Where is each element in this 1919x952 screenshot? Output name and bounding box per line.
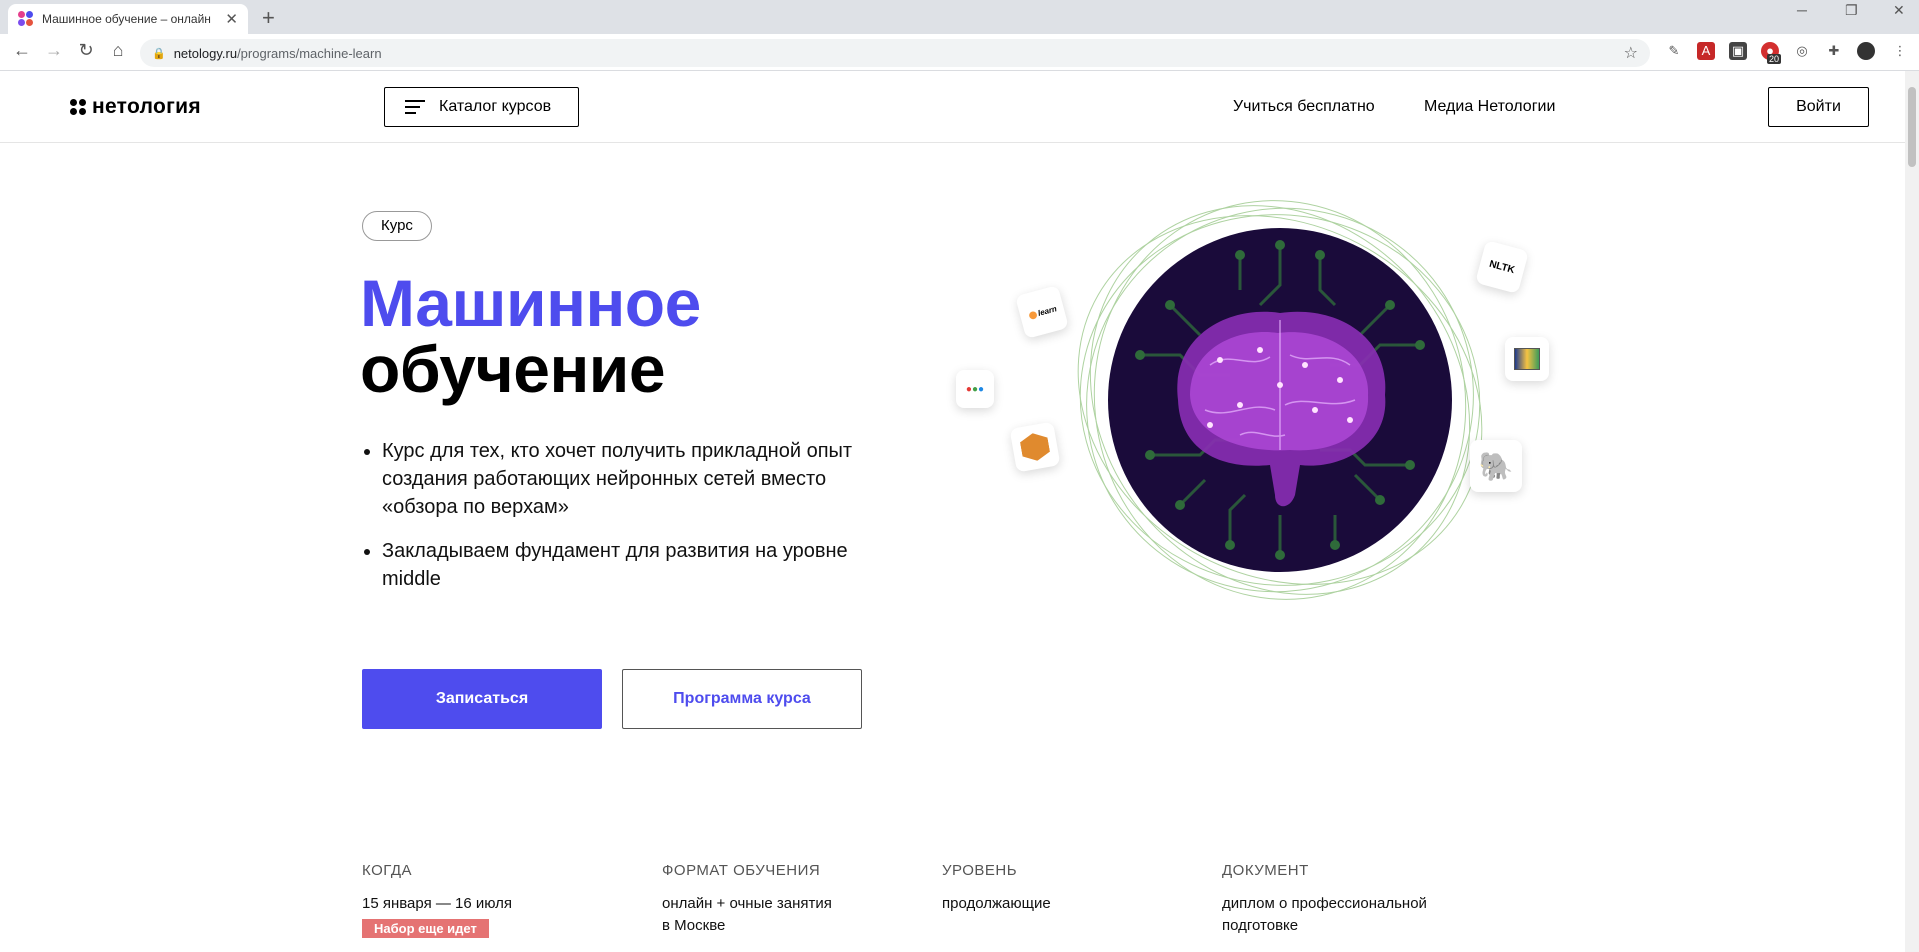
hero-illustration: ● learn ● ● ● NLTK 🐘	[940, 155, 1580, 655]
restore-icon[interactable]: ❐	[1845, 2, 1858, 19]
level-label: УРОВЕНЬ	[942, 862, 1018, 879]
catalog-button[interactable]: Каталог курсов	[384, 87, 579, 127]
info-document: ДОКУМЕНТ диплом о профессиональной подго…	[1222, 862, 1427, 937]
browser-toolbar: ← → ↻ ⌂ 🔒 netology.ru/programs/machine-l…	[0, 34, 1919, 71]
highlight-item: Закладываем фундамент для развития на ур…	[362, 537, 902, 593]
url-path: /programs/machine-learn	[237, 45, 382, 61]
bookmark-star-icon[interactable]: ☆	[1624, 43, 1638, 63]
info-when: КОГДА 15 января — 16 июля Набор еще идет	[362, 862, 512, 938]
new-tab-icon[interactable]: +	[262, 5, 275, 31]
document-value-line2: подготовке	[1222, 917, 1299, 934]
url-host: netology.ru	[173, 45, 238, 61]
tab-title: Машинное обучение – онлайн	[42, 12, 211, 26]
info-level: УРОВЕНЬ продолжающие	[942, 862, 1051, 915]
reload-icon[interactable]: ↻	[74, 40, 98, 61]
opencv-icon: ● ● ●	[956, 370, 994, 408]
minimize-icon[interactable]: ─	[1797, 2, 1807, 18]
tab-close-icon[interactable]: ✕	[225, 10, 238, 28]
page-title-line1: Машинное	[360, 266, 701, 340]
when-value: 15 января — 16 июля	[362, 895, 513, 912]
back-icon[interactable]: ←	[10, 40, 34, 61]
scrollbar-thumb[interactable]	[1908, 87, 1916, 167]
course-program-button[interactable]: Программа курса	[622, 669, 862, 729]
screenshot-extension-icon[interactable]: ▣	[1729, 42, 1747, 60]
lock-icon[interactable]: 🔒	[152, 47, 166, 60]
browser-tab-bar: Машинное обучение – онлайн ✕ + ─ ❐ ✕	[0, 0, 1919, 34]
document-value-line1: диплом о профессиональной	[1222, 895, 1427, 912]
extension-badge: 20	[1767, 54, 1782, 64]
login-button[interactable]: Войти	[1768, 87, 1869, 127]
browser-tab[interactable]: Машинное обучение – онлайн ✕	[8, 4, 248, 34]
extensions-puzzle-icon[interactable]: ✚	[1825, 42, 1843, 60]
course-highlights: Курс для тех, кто хочет получить приклад…	[362, 437, 902, 609]
home-icon[interactable]: ⌂	[106, 40, 130, 61]
format-value-line1: онлайн + очные занятия	[662, 895, 832, 912]
course-type-badge: Курс	[362, 211, 432, 241]
site-header: нетология Каталог курсов Учиться бесплат…	[0, 71, 1905, 143]
netology-logo[interactable]: нетология	[70, 95, 201, 119]
info-format: ФОРМАТ ОБУЧЕНИЯ онлайн + очные занятия в…	[662, 862, 832, 937]
when-label: КОГДА	[362, 862, 413, 879]
format-value-line2: в Москве	[662, 917, 726, 934]
window-close-icon[interactable]: ✕	[1893, 2, 1905, 19]
nav-media[interactable]: Медиа Нетологии	[1424, 98, 1555, 116]
enroll-button[interactable]: Записаться	[362, 669, 602, 729]
postgresql-icon: 🐘	[1470, 440, 1522, 492]
eyedropper-extension-icon[interactable]: ✎	[1665, 42, 1683, 60]
matplotlib-icon	[1505, 337, 1549, 381]
highlight-item: Курс для тех, кто хочет получить приклад…	[362, 437, 902, 521]
nav-learn-free[interactable]: Учиться бесплатно	[1233, 98, 1375, 116]
page-title-line2: обучение	[360, 332, 666, 406]
forward-icon[interactable]: →	[42, 40, 66, 61]
brain-circle-illustration	[1077, 200, 1483, 600]
netology-favicon-icon	[18, 11, 34, 27]
logo-text: нетология	[92, 95, 201, 118]
format-label: ФОРМАТ ОБУЧЕНИЯ	[662, 862, 821, 879]
tensorflow-icon	[1009, 421, 1061, 473]
browser-menu-icon[interactable]: ⋮	[1891, 42, 1909, 60]
menu-icon	[405, 100, 425, 114]
vpn-extension-icon[interactable]: ◎	[1793, 42, 1811, 60]
profile-avatar[interactable]	[1857, 42, 1875, 60]
level-value: продолжающие	[942, 895, 1051, 912]
pdf-extension-icon[interactable]: A	[1697, 42, 1715, 60]
catalog-label: Каталог курсов	[439, 98, 552, 115]
document-label: ДОКУМЕНТ	[1222, 862, 1309, 879]
page-scrollbar[interactable]	[1905, 71, 1919, 952]
address-bar[interactable]: 🔒 netology.ru/programs/machine-learn ☆	[140, 39, 1650, 67]
netology-logo-mark-icon	[70, 99, 86, 115]
enrollment-status-badge: Набор еще идет	[362, 919, 489, 938]
